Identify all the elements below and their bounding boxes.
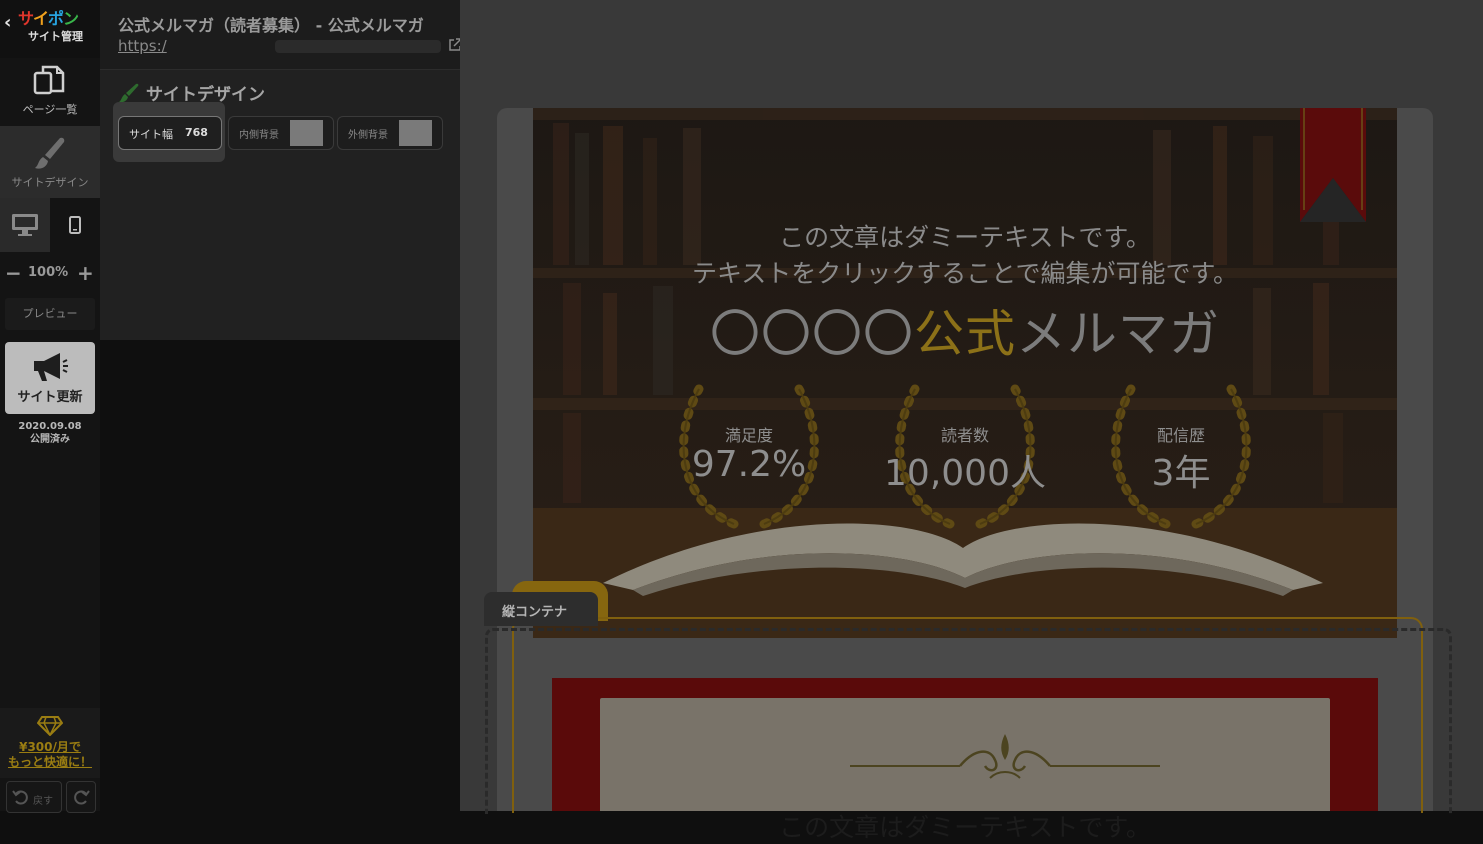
stat-history[interactable]: 配信歴 3年 [1096, 384, 1266, 534]
site-update-label: サイト更新 [17, 390, 83, 405]
url-redacted [275, 40, 441, 53]
outer-background-setting[interactable]: 外側背景 [337, 116, 443, 150]
pages-list-label: ページ一覧 [22, 103, 78, 116]
left-rail: ‹ サイポン サイト管理 ページ一覧 サイトデザイン − 100% + プレビュ… [0, 0, 100, 813]
premium-tagline: もっと快適に！ [7, 755, 92, 769]
site-width-label: サイト幅 [129, 128, 173, 141]
megaphone-icon [34, 353, 68, 381]
site-width-setting[interactable]: サイト幅 768 [118, 116, 222, 150]
zoom-control: − 100% + [0, 262, 100, 284]
publish-status: 2020.09.08 公開済み [0, 420, 100, 446]
site-update-button[interactable]: サイト更新 [5, 342, 95, 414]
stat-satisfaction[interactable]: 満足度 97.2% [664, 384, 834, 534]
redo-button[interactable] [66, 781, 96, 813]
desktop-view-button[interactable] [0, 198, 50, 252]
stat-label: 読者数 [940, 426, 989, 445]
hero-section[interactable]: この文章はダミーテキストです。 テキストをクリックすることで編集が可能です。 〇… [533, 108, 1397, 638]
inner-background-setting[interactable]: 内側背景 [228, 116, 334, 150]
hero-title-prefix: 〇〇〇〇 [710, 305, 914, 363]
design-panel: 公式メルマガ（読者募集） - 公式メルマガ https:/ サイトデザイン サイ… [100, 0, 462, 340]
container-tab-label: 縦コンテナ [502, 605, 568, 620]
smartphone-icon [69, 216, 81, 234]
outer-background-swatch[interactable] [399, 120, 432, 146]
site-header: 公式メルマガ（読者募集） - 公式メルマガ https:/ [100, 0, 462, 70]
stat-value: 3年 [1151, 453, 1211, 494]
stat-label: 配信歴 [1156, 426, 1205, 445]
stat-readers[interactable]: 読者数 10,000人 [880, 384, 1050, 534]
hero-title-suffix: メルマガ [1016, 305, 1220, 363]
hero-text-line2[interactable]: テキストをクリックすることで編集が可能です。 [533, 254, 1397, 290]
hero-title-accent: 公式 [914, 305, 1016, 363]
certificate-card: この文章はダミーテキストです。 [600, 698, 1330, 842]
hero-title[interactable]: 〇〇〇〇公式メルマガ [533, 294, 1397, 366]
undo-button[interactable]: 戻す [6, 781, 62, 813]
inner-background-swatch[interactable] [290, 120, 323, 146]
app-logo: サイポン [18, 9, 79, 28]
premium-upgrade-link[interactable]: ¥300/月で もっと快適に！ [0, 708, 100, 778]
stat-value: 97.2% [691, 444, 807, 485]
bookshelf-background [533, 108, 1397, 638]
inner-background-label: 内側背景 [239, 130, 279, 141]
hero-text-line1[interactable]: この文章はダミーテキストです。 [533, 218, 1397, 254]
logo-back-button[interactable]: ‹ サイポン サイト管理 [0, 0, 100, 58]
outer-background-label: 外側背景 [348, 130, 388, 141]
desktop-icon [12, 214, 38, 236]
site-design-label: サイトデザイン [11, 176, 89, 189]
stat-label: 満足度 [724, 426, 773, 445]
preview-button[interactable]: プレビュー [5, 298, 95, 330]
zoom-level: 100% [28, 265, 69, 280]
publish-state: 公開済み [30, 434, 70, 445]
site-design-button[interactable]: サイトデザイン [0, 126, 100, 198]
site-url-link[interactable]: https:/ [118, 37, 167, 55]
site-title: 公式メルマガ（読者募集） - 公式メルマガ [118, 16, 424, 35]
device-toggle [0, 198, 100, 252]
pages-list-button[interactable]: ページ一覧 [0, 58, 100, 126]
zoom-out-button[interactable]: − [5, 262, 22, 284]
ornament-icon [850, 734, 1160, 779]
brush-icon [35, 137, 65, 169]
premium-price: ¥300/月で [19, 740, 81, 754]
mobile-view-button[interactable] [50, 198, 100, 252]
logo-subtitle: サイト管理 [28, 30, 83, 43]
site-width-value: 768 [185, 126, 208, 139]
redo-icon [74, 790, 90, 805]
undo-icon [12, 790, 28, 805]
publish-date: 2020.09.08 [18, 421, 82, 432]
chevron-left-icon: ‹ [4, 12, 12, 33]
vertical-container-tab[interactable]: 縦コンテナ [484, 592, 598, 626]
certificate-text[interactable]: この文章はダミーテキストです。 [600, 808, 1330, 844]
stat-value: 10,000人 [884, 453, 1046, 494]
diamond-icon [37, 716, 63, 736]
undo-label: 戻す [33, 796, 53, 807]
certificate-section[interactable]: この文章はダミーテキストです。 [552, 678, 1378, 842]
zoom-in-button[interactable]: + [77, 262, 94, 284]
bookmark-ribbon [1300, 108, 1366, 222]
preview-canvas: この文章はダミーテキストです。 テキストをクリックすることで編集が可能です。 〇… [460, 0, 1483, 842]
pages-icon [33, 65, 65, 95]
brush-green-icon [119, 83, 139, 103]
